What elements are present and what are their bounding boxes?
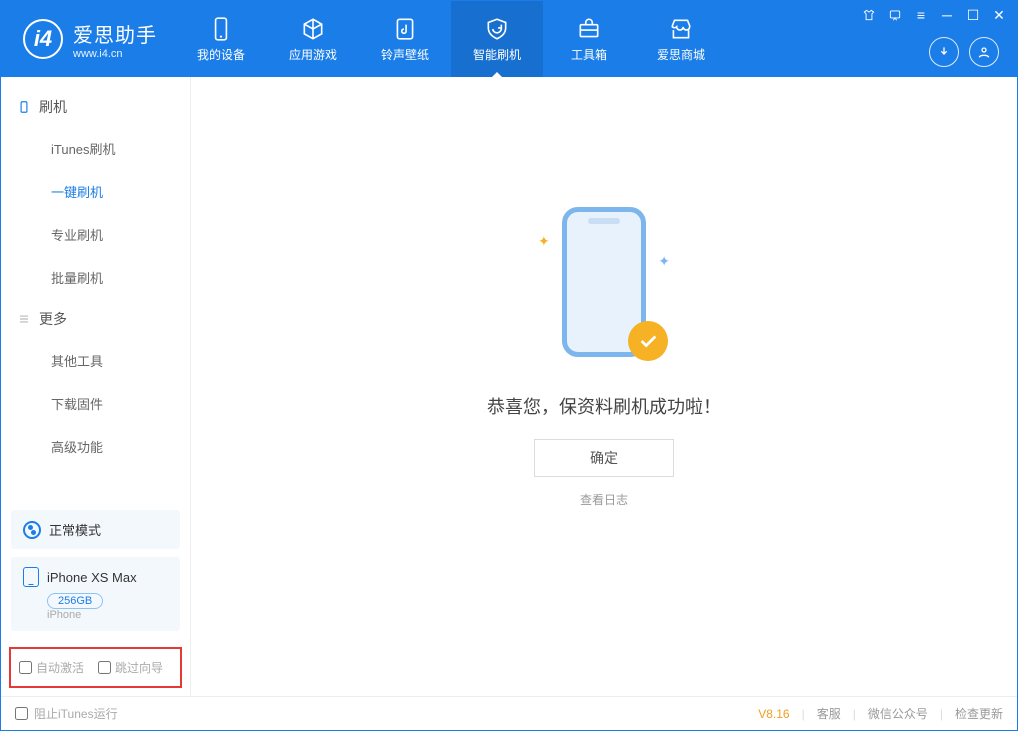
auto-activate-input[interactable]: [19, 661, 32, 674]
sidebar-item-oneclick-flash[interactable]: 一键刷机: [1, 170, 190, 213]
header-circle-buttons: [929, 37, 999, 67]
nav-my-device[interactable]: 我的设备: [175, 1, 267, 77]
skip-guide-label: 跳过向导: [115, 659, 163, 676]
block-itunes-label: 阻止iTunes运行: [34, 705, 118, 722]
status-card[interactable]: 正常模式: [11, 510, 180, 549]
nav-smart-flash[interactable]: 智能刷机: [451, 1, 543, 77]
device-type: iPhone: [47, 609, 168, 621]
footer-link-support[interactable]: 客服: [817, 705, 841, 722]
app-name-cn: 爱思助手: [73, 19, 157, 48]
nav-label: 我的设备: [197, 46, 245, 63]
menu-lines-icon: [17, 312, 31, 326]
footer: 阻止iTunes运行 V8.16 | 客服 | 微信公众号 | 检查更新: [1, 696, 1017, 730]
success-illustration: ✦ ✦: [544, 207, 664, 367]
app-window: i4 爱思助手 www.i4.cn 我的设备 应用游戏 铃声壁纸 智能刷机: [0, 0, 1018, 731]
sidebar-group-more[interactable]: 更多: [1, 299, 190, 339]
nav-label: 应用游戏: [289, 46, 337, 63]
status-mode-label: 正常模式: [49, 520, 101, 539]
device-icon: [17, 100, 31, 114]
auto-activate-label: 自动激活: [36, 659, 84, 676]
logo-icon: i4: [23, 19, 63, 59]
nav-label: 工具箱: [571, 46, 607, 63]
sparkle-icon: ✦: [658, 253, 670, 270]
music-file-icon: [392, 16, 418, 42]
sidebar-item-other-tools[interactable]: 其他工具: [1, 339, 190, 382]
app-name-en: www.i4.cn: [73, 48, 157, 60]
checkbox-skip-guide[interactable]: 跳过向导: [98, 659, 163, 676]
checkbox-block-itunes[interactable]: 阻止iTunes运行: [15, 705, 118, 722]
feedback-icon[interactable]: [887, 7, 903, 23]
device-name: iPhone XS Max: [47, 570, 137, 585]
checkbox-auto-activate[interactable]: 自动激活: [19, 659, 84, 676]
main-content: ✦ ✦ 恭喜您，保资料刷机成功啦！ 确定 查看日志: [191, 77, 1017, 696]
footer-link-wechat[interactable]: 微信公众号: [868, 705, 928, 722]
user-button[interactable]: [969, 37, 999, 67]
device-card[interactable]: iPhone XS Max 256GB iPhone: [11, 557, 180, 631]
sidebar-item-download-firmware[interactable]: 下载固件: [1, 382, 190, 425]
block-itunes-input[interactable]: [15, 707, 28, 720]
nav-apps-games[interactable]: 应用游戏: [267, 1, 359, 77]
sidebar-item-advanced[interactable]: 高级功能: [1, 425, 190, 468]
success-message: 恭喜您，保资料刷机成功啦！: [487, 393, 721, 419]
nav-store[interactable]: 爱思商城: [635, 1, 727, 77]
options-highlight-box: 自动激活 跳过向导: [9, 647, 182, 688]
nav-ringtone-wallpaper[interactable]: 铃声壁纸: [359, 1, 451, 77]
window-controls: ≡ ─ ☐ ✕: [861, 7, 1007, 23]
nav-label: 智能刷机: [473, 46, 521, 63]
sidebar-item-pro-flash[interactable]: 专业刷机: [1, 213, 190, 256]
check-badge-icon: [628, 321, 668, 361]
sidebar-item-batch-flash[interactable]: 批量刷机: [1, 256, 190, 299]
device-storage-pill: 256GB: [47, 593, 103, 609]
version-label: V8.16: [758, 707, 789, 721]
cube-icon: [300, 16, 326, 42]
refresh-shield-icon: [484, 16, 510, 42]
normal-mode-icon: [23, 521, 41, 539]
sidebar-group-label: 刷机: [39, 97, 67, 117]
maximize-icon[interactable]: ☐: [965, 7, 981, 23]
nav-label: 爱思商城: [657, 46, 705, 63]
store-icon: [668, 16, 694, 42]
body: 刷机 iTunes刷机 一键刷机 专业刷机 批量刷机 更多 其他工具 下载固件 …: [1, 77, 1017, 696]
nav-toolbox[interactable]: 工具箱: [543, 1, 635, 77]
sparkle-icon: ✦: [538, 233, 550, 250]
view-log-link[interactable]: 查看日志: [580, 491, 628, 508]
sidebar-group-label: 更多: [39, 309, 67, 329]
top-nav: 我的设备 应用游戏 铃声壁纸 智能刷机 工具箱 爱思商城: [175, 1, 727, 77]
ok-button[interactable]: 确定: [534, 439, 674, 477]
download-button[interactable]: [929, 37, 959, 67]
menu-icon[interactable]: ≡: [913, 7, 929, 23]
shirt-icon[interactable]: [861, 7, 877, 23]
logo[interactable]: i4 爱思助手 www.i4.cn: [1, 1, 175, 77]
toolbox-icon: [576, 16, 602, 42]
minimize-icon[interactable]: ─: [939, 7, 955, 23]
sidebar: 刷机 iTunes刷机 一键刷机 专业刷机 批量刷机 更多 其他工具 下载固件 …: [1, 77, 191, 696]
phone-outline-icon: [23, 567, 39, 587]
close-icon[interactable]: ✕: [991, 7, 1007, 23]
skip-guide-input[interactable]: [98, 661, 111, 674]
footer-link-update[interactable]: 检查更新: [955, 705, 1003, 722]
phone-icon: [208, 16, 234, 42]
header: i4 爱思助手 www.i4.cn 我的设备 应用游戏 铃声壁纸 智能刷机: [1, 1, 1017, 77]
nav-label: 铃声壁纸: [381, 46, 429, 63]
sidebar-group-flash[interactable]: 刷机: [1, 87, 190, 127]
sidebar-item-itunes-flash[interactable]: iTunes刷机: [1, 127, 190, 170]
